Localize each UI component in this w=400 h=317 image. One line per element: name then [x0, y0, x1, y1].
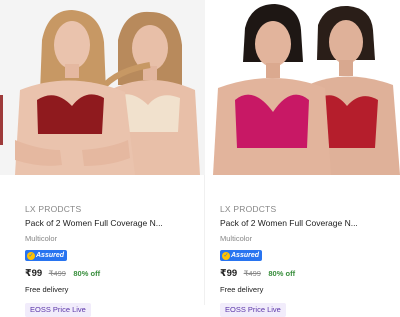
product-image[interactable] [0, 0, 205, 175]
product-image[interactable] [213, 0, 400, 175]
selling-price: ₹99 [220, 268, 238, 279]
offer-tag: EOSS Price Live [25, 303, 91, 317]
product-variant: Multicolor [220, 234, 253, 243]
delivery-info: Free delivery [25, 285, 69, 294]
product-brand: LX PRODCTS [220, 204, 277, 214]
assured-label: Assured [231, 252, 260, 259]
selling-price: ₹99 [25, 268, 43, 279]
product-grid: LX PRODCTS Pack of 2 Women Full Coverage… [0, 0, 400, 317]
original-price: ₹499 [243, 269, 261, 278]
assured-check-icon: ✓ [222, 251, 230, 260]
product-card[interactable]: LX PRODCTS Pack of 2 Women Full Coverage… [0, 0, 205, 317]
discount-percent: 80% off [73, 269, 101, 278]
product-title[interactable]: Pack of 2 Women Full Coverage N... [220, 217, 398, 229]
price-row: ₹99 ₹499 80% off [25, 266, 200, 279]
product-title[interactable]: Pack of 2 Women Full Coverage N... [25, 217, 200, 229]
assured-check-icon: ✓ [27, 251, 35, 260]
assured-badge: ✓ Assured [220, 250, 263, 261]
original-price: ₹499 [48, 269, 66, 278]
price-row: ₹99 ₹499 80% off [220, 266, 398, 279]
delivery-info: Free delivery [220, 285, 264, 294]
offer-tag: EOSS Price Live [220, 303, 286, 317]
assured-label: Assured [36, 252, 65, 259]
product-brand: LX PRODCTS [25, 204, 82, 214]
assured-badge: ✓ Assured [25, 250, 68, 261]
discount-percent: 80% off [268, 269, 296, 278]
product-variant: Multicolor [25, 234, 58, 243]
product-card[interactable]: LX PRODCTS Pack of 2 Women Full Coverage… [205, 0, 400, 317]
